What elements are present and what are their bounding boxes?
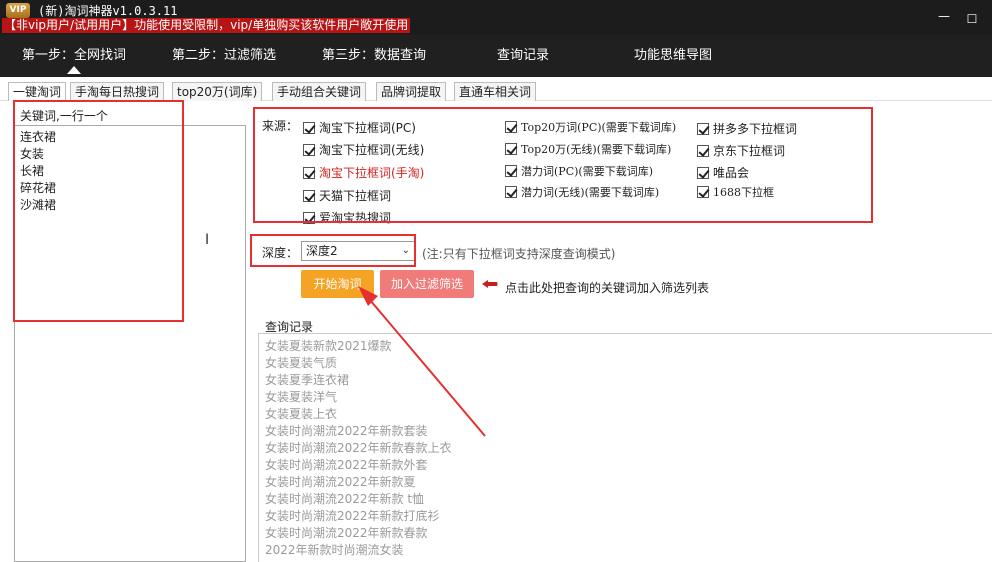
depth-select[interactable]: 深度2 ⌄	[301, 241, 415, 261]
check-icon	[303, 190, 315, 202]
source-pinduoduo-checkbox[interactable]: 拼多多下拉框词	[697, 120, 797, 137]
keyword-line: 女装	[20, 147, 45, 161]
check-icon	[697, 145, 709, 157]
history-item[interactable]: 女装夏装气质	[265, 355, 986, 372]
source-vip-checkbox[interactable]: 唯品会	[697, 164, 749, 181]
history-item[interactable]: 女装时尚潮流2022年新款打底衫	[265, 508, 986, 525]
keyword-line: 碎花裙	[20, 181, 57, 195]
start-search-button[interactable]: 开始淘词	[301, 270, 374, 298]
tab-daily-hot[interactable]: 手淘每日热搜词	[70, 82, 165, 101]
check-icon	[505, 121, 517, 133]
source-aitaobao-checkbox[interactable]: 爱淘宝热搜词	[303, 209, 391, 226]
vip-logo: VIP	[6, 3, 30, 18]
keyword-label: 关键词,一行一个	[20, 109, 108, 123]
source-top20w-wireless-checkbox[interactable]: Top20万(无线)(需要下载词库)	[505, 141, 671, 157]
keyword-line: 沙滩裙	[20, 198, 57, 212]
history-item[interactable]: 女装时尚潮流2022年新款 t恤	[265, 491, 986, 508]
vip-warning-banner: 【非vip用户/试用用户】功能使用受限制，vip/单独购买该软件用户敞开使用	[2, 18, 411, 33]
add-filter-hint: 点击此处把查询的关键词加入筛选列表	[505, 281, 710, 295]
depth-note: (注:只有下拉框词支持深度查询模式)	[422, 247, 616, 261]
source-tmall-checkbox[interactable]: 天猫下拉框词	[303, 187, 391, 204]
keyword-line: 连衣裙	[20, 130, 57, 144]
history-item[interactable]: 2022年新款时尚潮流女装	[265, 542, 986, 559]
history-item[interactable]: 女装夏装洋气	[265, 389, 986, 406]
history-item[interactable]: 女装时尚潮流2022年新款套装	[265, 423, 986, 440]
active-step-caret-icon	[67, 66, 81, 74]
history-item[interactable]: 女装夏装新款2021爆款	[265, 338, 986, 355]
check-icon	[697, 186, 709, 198]
tab-manual-combine[interactable]: 手动组合关键词	[272, 82, 367, 101]
source-potential-wireless-checkbox[interactable]: 潜力词(无线)(需要下载词库)	[505, 184, 659, 200]
history-item[interactable]: 女装时尚潮流2022年新款夏	[265, 474, 986, 491]
nav-query-history[interactable]: 查询记录	[497, 44, 549, 63]
check-icon	[303, 122, 315, 134]
check-icon	[505, 186, 517, 198]
history-list[interactable]: 女装夏装新款2021爆款 女装夏装气质 女装夏季连衣裙 女装夏装洋气 女装夏装上…	[258, 333, 992, 562]
check-icon	[697, 123, 709, 135]
keyword-textarea[interactable]: 连衣裙 女装 长裙 碎花裙 沙滩裙	[14, 125, 246, 562]
title-bar: VIP (新)淘词神器v1.0.3.11 【非vip用户/试用用户】功能使用受限…	[0, 0, 992, 35]
maximize-button[interactable]: ☐	[964, 12, 980, 26]
nav-step1-find-words[interactable]: 第一步：全网找词	[22, 44, 126, 63]
depth-selected-value: 深度2	[306, 244, 338, 258]
tab-top20w[interactable]: top20万(词库)	[172, 82, 263, 101]
tab-brand-extract[interactable]: 品牌词提取	[376, 82, 447, 101]
source-taobao-mobile-checkbox[interactable]: 淘宝下拉框词(手淘)	[303, 164, 424, 181]
history-item[interactable]: 女装夏装上衣	[265, 406, 986, 423]
step-navigation: 第一步：全网找词 第二步：过滤筛选 第三步：数据查询 查询记录 功能思维导图	[0, 35, 992, 77]
tab-bar: 一键淘词 手淘每日热搜词 top20万(词库) 手动组合关键词 品牌词提取 直通…	[0, 82, 992, 101]
chevron-down-icon: ⌄	[401, 245, 410, 256]
keyword-line: 长裙	[20, 164, 45, 178]
source-jd-checkbox[interactable]: 京东下拉框词	[697, 142, 785, 159]
check-icon	[505, 143, 517, 155]
history-item[interactable]: 女装夏季连衣裙	[265, 372, 986, 389]
check-icon	[505, 165, 517, 177]
source-1688-checkbox[interactable]: 1688下拉框	[697, 184, 774, 200]
history-item[interactable]: 女装时尚潮流2022年新款春款上衣	[265, 440, 986, 457]
check-icon	[303, 167, 315, 179]
nav-mindmap[interactable]: 功能思维导图	[634, 44, 712, 63]
check-icon	[303, 212, 315, 224]
tab-one-click[interactable]: 一键淘词	[8, 82, 67, 101]
keyword-panel: 关键词,一行一个 连衣裙 女装 长裙 碎花裙 沙滩裙	[12, 101, 247, 562]
source-taobao-pc-checkbox[interactable]: 淘宝下拉框词(PC)	[303, 119, 416, 136]
tab-ztc-related[interactable]: 直通车相关词	[454, 82, 537, 101]
add-to-filter-button[interactable]: 加入过滤筛选	[380, 270, 474, 298]
depth-label: 深度：	[262, 246, 299, 260]
history-item[interactable]: 女装时尚潮流2022年新款春款	[265, 525, 986, 542]
source-top20w-pc-checkbox[interactable]: Top20万词(PC)(需要下载词库)	[505, 119, 676, 135]
history-item[interactable]: 女装时尚潮流2022年新款外套	[265, 457, 986, 474]
check-icon	[303, 144, 315, 156]
app-title: (新)淘词神器v1.0.3.11	[38, 4, 178, 18]
source-taobao-wireless-checkbox[interactable]: 淘宝下拉框词(无线)	[303, 141, 424, 158]
source-potential-pc-checkbox[interactable]: 潜力词(PC)(需要下载词库)	[505, 163, 653, 179]
nav-step2-filter[interactable]: 第二步：过滤筛选	[172, 44, 276, 63]
minimize-button[interactable]: —	[936, 9, 952, 23]
nav-step3-data-query[interactable]: 第三步：数据查询	[322, 44, 426, 63]
text-cursor-icon: I	[205, 232, 210, 248]
source-label: 来源：	[262, 119, 299, 133]
pointing-hand-icon	[482, 280, 498, 288]
check-icon	[697, 167, 709, 179]
